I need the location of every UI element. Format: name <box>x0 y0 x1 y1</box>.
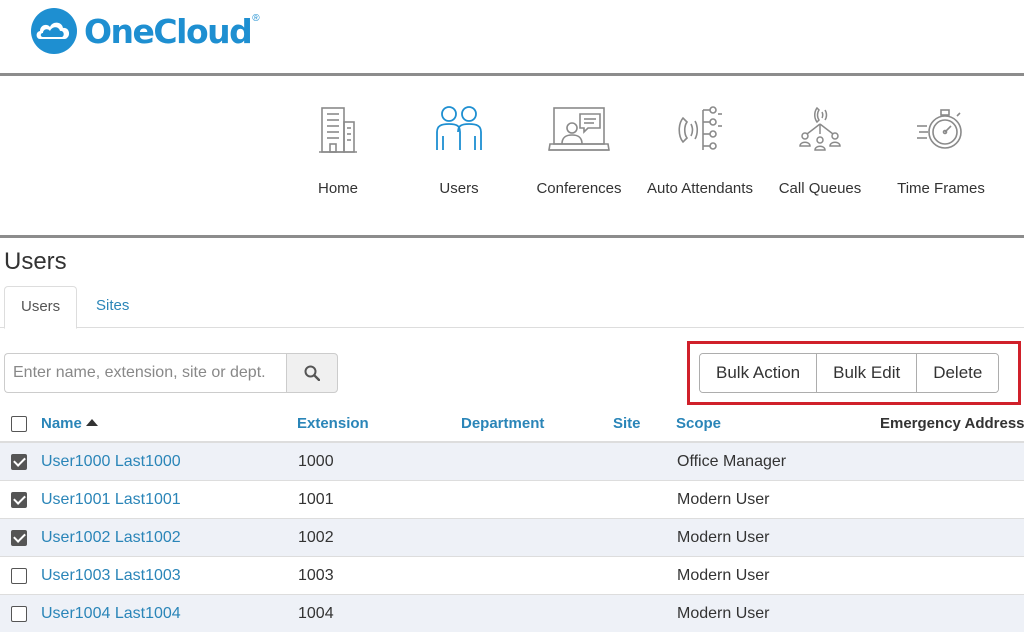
column-header-extension[interactable]: Extension <box>297 405 369 443</box>
user-extension: 1000 <box>298 453 334 470</box>
cloud-logo-icon <box>31 8 77 54</box>
user-name-link[interactable]: User1002 Last1002 <box>41 519 181 557</box>
column-header-scope[interactable]: Scope <box>676 405 721 443</box>
building-icon <box>278 101 398 159</box>
tab-bar: Users Sites <box>0 286 1024 329</box>
nav-label: Users <box>439 180 479 197</box>
column-header-label: Name <box>41 415 82 432</box>
brand-name: OneCloud <box>84 11 253 51</box>
row-checkbox[interactable] <box>11 606 27 622</box>
tab-sites[interactable]: Sites <box>80 286 145 328</box>
user-scope: Modern User <box>677 529 770 546</box>
nav-item-conferences[interactable]: Conferences <box>519 101 639 199</box>
call-queue-icon <box>760 101 880 159</box>
select-all-checkbox[interactable] <box>11 416 27 432</box>
users-table: Name Extension Department Site Scope Eme… <box>0 405 1024 632</box>
stopwatch-icon <box>881 101 1001 159</box>
bulk-actions-group: Bulk Action Bulk Edit Delete <box>699 353 1000 393</box>
nav-label: Conferences <box>536 180 622 197</box>
logo-bar: OneCloud ® <box>0 0 1024 76</box>
user-scope: Modern User <box>677 567 770 584</box>
user-extension: 1002 <box>298 529 334 546</box>
nav-item-users[interactable]: Users <box>399 101 519 199</box>
user-extension: 1001 <box>298 491 334 508</box>
nav-item-auto-attendants[interactable]: Auto Attendants <box>640 101 760 199</box>
search-icon <box>304 365 320 381</box>
nav-item-time-frames[interactable]: Time Frames <box>881 101 1001 199</box>
sort-ascending-icon <box>85 419 98 426</box>
user-name-link[interactable]: User1003 Last1003 <box>41 557 181 595</box>
user-scope: Modern User <box>677 605 770 622</box>
nav-item-call-queues[interactable]: Call Queues <box>760 101 880 199</box>
nav-label: Auto Attendants <box>647 180 753 197</box>
user-extension: 1004 <box>298 605 334 622</box>
row-checkbox[interactable] <box>11 568 27 584</box>
search-button[interactable] <box>286 353 338 393</box>
table-row: User1000 Last1000 1000 Office Manager <box>0 443 1024 481</box>
users-icon <box>399 101 519 159</box>
bulk-action-button[interactable]: Bulk Action <box>700 354 817 392</box>
user-name-link[interactable]: User1001 Last1001 <box>41 481 181 519</box>
user-scope: Office Manager <box>677 453 787 470</box>
column-header-site[interactable]: Site <box>613 405 641 443</box>
tab-users[interactable]: Users <box>4 286 78 329</box>
conference-icon <box>519 101 639 159</box>
search-input[interactable] <box>4 353 286 393</box>
nav-label: Time Frames <box>897 180 985 197</box>
column-header-department[interactable]: Department <box>461 405 544 443</box>
row-checkbox[interactable] <box>11 454 27 470</box>
registered-mark: ® <box>252 12 260 24</box>
row-checkbox[interactable] <box>11 492 27 508</box>
row-checkbox[interactable] <box>11 530 27 546</box>
table-header: Name Extension Department Site Scope Eme… <box>0 405 1024 443</box>
search-group <box>4 353 338 393</box>
table-row: User1003 Last1003 1003 Modern User <box>0 557 1024 595</box>
user-name-link[interactable]: User1000 Last1000 <box>41 443 181 481</box>
nav-label: Home <box>317 180 358 197</box>
main-nav: Home Users Conferences Auto Attendants C… <box>0 79 1024 238</box>
column-header-emergency-address: Emergency Address <box>880 415 1024 432</box>
user-extension: 1003 <box>298 567 334 584</box>
user-name-link[interactable]: User1004 Last1004 <box>41 595 181 632</box>
page-title: Users <box>4 248 67 275</box>
nav-label: Call Queues <box>778 180 862 197</box>
auto-attendant-icon <box>640 101 760 159</box>
column-header-name[interactable]: Name <box>41 405 98 443</box>
nav-item-home[interactable]: Home <box>278 101 398 199</box>
table-row: User1002 Last1002 1002 Modern User <box>0 519 1024 557</box>
bulk-edit-button[interactable]: Bulk Edit <box>816 354 917 392</box>
delete-button[interactable]: Delete <box>916 354 999 392</box>
table-row: User1004 Last1004 1004 Modern User <box>0 595 1024 632</box>
table-row: User1001 Last1001 1001 Modern User <box>0 481 1024 519</box>
onecloud-logo[interactable]: OneCloud ® <box>28 6 260 56</box>
user-scope: Modern User <box>677 491 770 508</box>
